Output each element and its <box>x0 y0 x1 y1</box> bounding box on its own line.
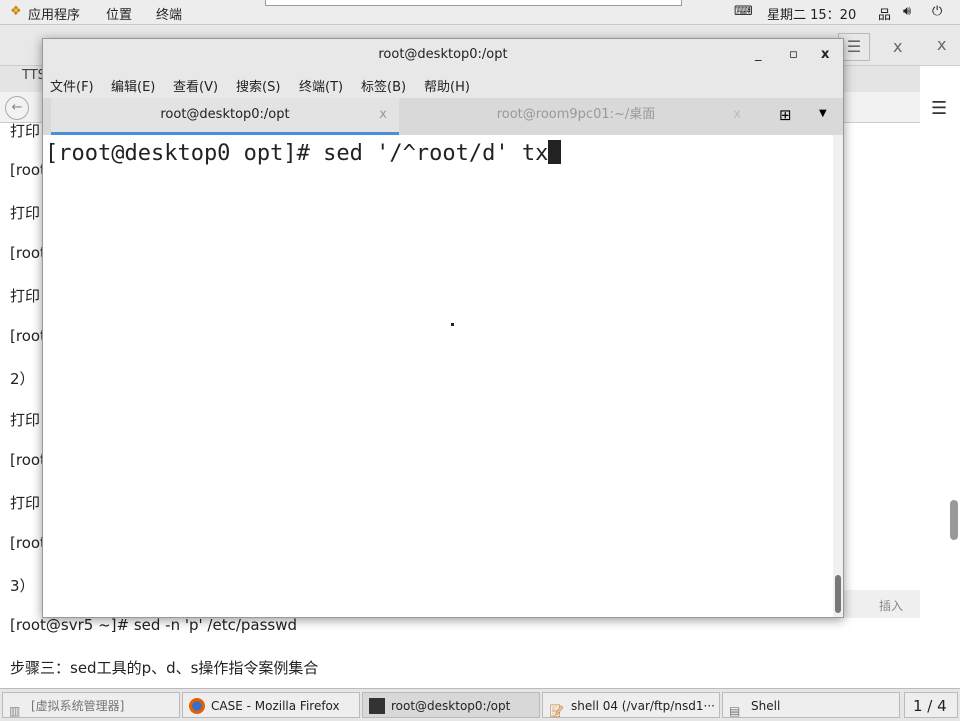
tab-menu-chevron-icon[interactable]: ▼ <box>819 108 827 119</box>
doc-line: [root <box>10 451 46 469</box>
minimize-icon[interactable]: _ <box>755 39 762 70</box>
new-tab-icon[interactable]: ⊞ <box>779 106 792 124</box>
task-gedit[interactable]: 📝︎ shell 04 (/var/ftp/nsd1··· <box>542 692 720 718</box>
doc-line: [root <box>10 161 46 179</box>
close-icon[interactable]: x <box>893 37 902 56</box>
menu-bar: 文件(F) 编辑(E) 查看(V) 搜索(S) 终端(T) 标签(B) 帮助(H… <box>43 70 843 98</box>
doc-line: 打印 <box>10 204 41 222</box>
terminal-window: root@desktop0:/opt _ ▫ x 文件(F) 编辑(E) 查看(… <box>42 38 844 618</box>
menu-edit[interactable]: 编辑(E) <box>111 76 155 95</box>
clock[interactable]: 星期二 15：20 <box>767 4 856 23</box>
window-title-fragment <box>265 0 682 6</box>
task-firefox[interactable]: CASE - Mozilla Firefox <box>182 692 360 718</box>
menu-file[interactable]: 文件(F) <box>50 76 94 95</box>
prompt: [root@desktop0 opt]# <box>45 141 324 166</box>
window-title: root@desktop0:/opt <box>378 47 508 62</box>
back-icon[interactable]: ← <box>5 96 29 120</box>
top-panel: ❖ 应用程序 位置 终端 ⌨ 星期二 15：20 品 🔊︎ ⏻ <box>0 0 960 25</box>
task-virt-manager[interactable]: ▥ [虚拟系统管理器] <box>2 692 180 718</box>
doc-line: [root <box>10 327 46 345</box>
power-icon[interactable]: ⏻ <box>932 4 942 19</box>
task-label: root@desktop0:/opt <box>391 699 511 713</box>
firefox-icon <box>189 698 205 714</box>
background-scrollbar[interactable] <box>950 500 958 540</box>
doc-line: 打印 <box>10 122 41 140</box>
places-menu[interactable]: 位置 <box>106 4 132 23</box>
doc-line: 打印 <box>10 494 41 512</box>
workspace-switcher[interactable]: 1 / 4 <box>904 692 958 718</box>
doc-line: [root@svr5 ~]# sed -n 'p' /etc/passwd <box>10 616 298 634</box>
command-line: [root@desktop0 opt]# sed '/^root/d' tx <box>45 140 562 166</box>
task-label: Shell <box>751 699 781 713</box>
doc-line: 2） <box>10 370 35 388</box>
terminal-menu[interactable]: 终端 <box>156 4 182 23</box>
terminal-content[interactable]: [root@desktop0 opt]# sed '/^root/d' tx <box>43 135 833 617</box>
insert-mode: 插入 <box>879 599 904 613</box>
close-tab-icon[interactable]: x <box>733 98 741 132</box>
doc-line: 步骤三：sed工具的p、d、s操作指令案例集合 <box>10 659 319 677</box>
maximize-icon[interactable]: ▫ <box>789 39 798 70</box>
task-label: [虚拟系统管理器] <box>31 699 125 713</box>
task-label: shell 04 (/var/ftp/nsd1··· <box>571 699 715 713</box>
menu-tabs[interactable]: 标签(B) <box>361 76 406 95</box>
tab-bar: root@desktop0:/opt x root@room9pc01:~/桌面… <box>43 98 843 135</box>
virt-manager-icon: ▥ <box>9 704 21 718</box>
hamburger-icon[interactable]: ☰ <box>931 98 947 119</box>
document-icon: ▤ <box>729 704 741 718</box>
command-input: sed '/^root/d' tx <box>323 141 549 166</box>
doc-line: 3） <box>10 577 35 595</box>
tab-label: root@desktop0:/opt <box>160 107 290 122</box>
menu-help[interactable]: 帮助(H) <box>424 76 470 95</box>
mouse-pointer <box>451 323 454 326</box>
cursor <box>548 140 562 164</box>
workspace-label: 1 / 4 <box>913 697 947 715</box>
taskbar: ▥ [虚拟系统管理器] CASE - Mozilla Firefox root@d… <box>0 688 960 721</box>
text-editor-icon: 📝︎ <box>549 704 565 718</box>
volume-icon[interactable]: 🔊︎ <box>903 4 911 19</box>
status-bar: 插入 <box>842 590 920 618</box>
doc-line: 打印 <box>10 411 41 429</box>
tab-room9pc01[interactable]: root@room9pc01:~/桌面 x <box>399 98 753 135</box>
menu-terminal[interactable]: 终端(T) <box>299 76 343 95</box>
close-icon[interactable]: x <box>821 39 829 70</box>
doc-line: 打印 <box>10 287 41 305</box>
terminal-titlebar[interactable]: root@desktop0:/opt _ ▫ x <box>43 39 843 70</box>
close-tab-icon[interactable]: x <box>379 98 387 132</box>
doc-line: [root <box>10 244 46 262</box>
task-label: CASE - Mozilla Firefox <box>211 699 340 713</box>
task-shell[interactable]: ▤ Shell <box>722 692 900 718</box>
terminal-icon <box>369 698 385 714</box>
menu-search[interactable]: 搜索(S) <box>236 76 280 95</box>
tab-label: root@room9pc01:~/桌面 <box>496 107 656 122</box>
applications-menu[interactable]: 应用程序 <box>28 4 80 23</box>
close-icon[interactable]: x <box>937 35 946 54</box>
menu-view[interactable]: 查看(V) <box>173 76 218 95</box>
tab-desktop0[interactable]: root@desktop0:/opt x <box>51 98 399 135</box>
scrollbar-thumb[interactable] <box>835 575 841 613</box>
task-terminal[interactable]: root@desktop0:/opt <box>362 692 540 718</box>
apps-icon: ❖ <box>10 4 22 19</box>
keyboard-icon[interactable]: ⌨ <box>734 4 753 19</box>
network-icon[interactable]: 品 <box>878 4 891 23</box>
doc-line: [root <box>10 534 46 552</box>
terminal-scrollbar[interactable] <box>833 135 843 617</box>
